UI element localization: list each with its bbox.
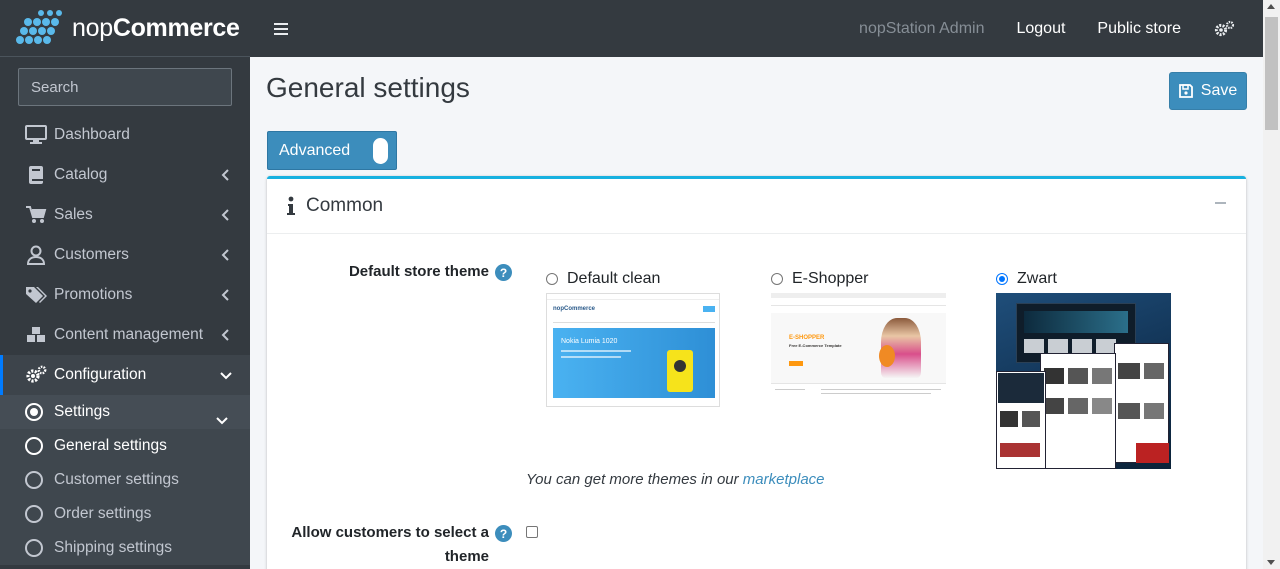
theme-radio-default-clean[interactable] bbox=[546, 273, 558, 285]
chevron-left-icon bbox=[221, 249, 229, 261]
sidebar-item-label: Catalog bbox=[54, 166, 108, 183]
sidebar-item-label: Customers bbox=[54, 246, 129, 263]
theme-option-label: E-Shopper bbox=[792, 270, 869, 287]
preview-headline: Free E-Commerce Template bbox=[789, 343, 842, 348]
theme-radio-e-shopper[interactable] bbox=[771, 273, 783, 285]
book-icon bbox=[29, 166, 43, 184]
hamburger-menu-icon[interactable] bbox=[274, 22, 288, 35]
theme-option-label: Zwart bbox=[1017, 270, 1057, 287]
floppy-disk-icon bbox=[1178, 84, 1193, 98]
theme-preview-e-shopper[interactable]: E-SHOPPER Free E-Commerce Template bbox=[771, 293, 946, 403]
sidebar-subitem-order-settings[interactable]: Order settings bbox=[0, 497, 250, 531]
circle-icon bbox=[25, 539, 43, 557]
gears-icon[interactable] bbox=[1213, 20, 1235, 38]
sidebar-subitem-label: Order settings bbox=[54, 505, 152, 522]
sidebar-subitem-label: Shipping settings bbox=[54, 539, 173, 556]
page-title: General settings bbox=[266, 72, 470, 103]
user-icon bbox=[26, 245, 46, 265]
chevron-left-icon bbox=[221, 209, 229, 221]
theme-option-label: Default clean bbox=[567, 270, 661, 287]
brand[interactable]: nopCommerce bbox=[0, 0, 250, 57]
cart-icon bbox=[26, 206, 47, 223]
card-title: Common bbox=[306, 195, 384, 216]
help-question-icon[interactable]: ? bbox=[495, 264, 512, 281]
sidebar-subitem-general-settings[interactable]: General settings bbox=[0, 429, 250, 463]
sidebar-subitem-customer-settings[interactable]: Customer settings bbox=[0, 463, 250, 497]
circle-icon bbox=[25, 471, 43, 489]
top-navbar: nopStation Admin Logout Public store bbox=[250, 0, 1263, 57]
sidebar-item-label: Sales bbox=[54, 206, 93, 223]
chevron-left-icon bbox=[221, 329, 229, 341]
allow-customers-select-theme-checkbox[interactable] bbox=[526, 526, 538, 538]
sidebar-item-label: Configuration bbox=[54, 366, 147, 383]
theme-preview-default-clean[interactable]: nopCommerce Nokia Lumia 1020 bbox=[546, 293, 720, 407]
sidebar-item-dashboard[interactable]: Dashboard bbox=[0, 115, 250, 155]
sidebar-subitem-label: Settings bbox=[54, 403, 111, 420]
default-store-theme-label: Default store theme bbox=[348, 263, 489, 280]
label-line: Allow customers to select a bbox=[291, 524, 489, 541]
sidebar-item-promotions[interactable]: Promotions bbox=[0, 275, 250, 315]
sidebar-search bbox=[18, 68, 232, 106]
preview-headline: Nokia Lumia 1020 bbox=[561, 338, 618, 345]
chevron-down-icon bbox=[220, 372, 232, 380]
sidebar-subitem-label: General settings bbox=[54, 437, 167, 454]
sidebar-item-label: Dashboard bbox=[54, 126, 130, 143]
theme-radio-zwart[interactable] bbox=[996, 273, 1008, 285]
chevron-left-icon bbox=[221, 289, 229, 301]
page-scrollbar[interactable] bbox=[1263, 0, 1280, 569]
top-navbar-right: nopStation Admin Logout Public store bbox=[859, 20, 1263, 38]
sidebar-subitem-label: Customer settings bbox=[54, 471, 179, 488]
chevron-left-icon bbox=[221, 169, 229, 181]
circle-icon bbox=[25, 437, 43, 455]
scroll-down-arrow-icon[interactable] bbox=[1267, 560, 1275, 565]
brand-name: nopCommerce bbox=[72, 13, 240, 42]
public-store-link[interactable]: Public store bbox=[1097, 20, 1181, 38]
current-user: nopStation Admin bbox=[859, 19, 985, 37]
cubes-icon bbox=[27, 327, 45, 342]
sidebar-item-configuration[interactable]: Configuration bbox=[0, 355, 250, 395]
save-button[interactable]: Save bbox=[1169, 72, 1247, 110]
advanced-toggle-label: Advanced bbox=[279, 141, 351, 159]
search-input[interactable] bbox=[31, 78, 230, 96]
preview-brand-text: nopCommerce bbox=[553, 306, 596, 312]
theme-option-zwart[interactable]: Zwart bbox=[996, 270, 1057, 288]
allow-customers-select-theme-label: Allow customers to select a theme bbox=[280, 521, 489, 569]
tags-icon bbox=[26, 287, 47, 303]
collapse-minus-icon[interactable] bbox=[1215, 202, 1226, 204]
toggle-knob bbox=[373, 138, 388, 164]
sidebar-subitem-shipping-settings[interactable]: Shipping settings bbox=[0, 531, 250, 565]
advanced-mode-toggle[interactable]: Advanced bbox=[267, 131, 397, 170]
save-button-label: Save bbox=[1200, 82, 1238, 99]
card-header[interactable]: Common bbox=[267, 179, 1246, 234]
sidebar: nopCommerce Dashboard Catalog Sales Cust… bbox=[0, 0, 250, 569]
sidebar-item-sales[interactable]: Sales bbox=[0, 195, 250, 235]
label-line: theme bbox=[444, 548, 489, 565]
circle-dot-icon bbox=[25, 403, 43, 421]
gears-icon bbox=[26, 365, 47, 383]
circle-icon bbox=[25, 505, 43, 523]
scroll-thumb[interactable] bbox=[1265, 17, 1278, 130]
chevron-down-icon bbox=[216, 417, 228, 425]
monitor-icon bbox=[25, 125, 47, 144]
sidebar-item-label: Content management bbox=[54, 326, 204, 343]
sidebar-nav: Dashboard Catalog Sales Customers Promot… bbox=[0, 115, 250, 565]
marketplace-link[interactable]: marketplace bbox=[743, 471, 825, 488]
theme-option-e-shopper[interactable]: E-Shopper bbox=[771, 270, 869, 288]
sidebar-item-label: Promotions bbox=[54, 286, 133, 303]
preview-brand-text: E-SHOPPER bbox=[789, 335, 825, 341]
sidebar-item-customers[interactable]: Customers bbox=[0, 235, 250, 275]
sidebar-item-content-management[interactable]: Content management bbox=[0, 315, 250, 355]
logout-link[interactable]: Logout bbox=[1016, 20, 1065, 38]
scroll-up-arrow-icon[interactable] bbox=[1267, 4, 1275, 9]
theme-option-default-clean[interactable]: Default clean bbox=[546, 270, 660, 288]
sidebar-item-catalog[interactable]: Catalog bbox=[0, 155, 250, 195]
help-question-icon[interactable]: ? bbox=[495, 525, 512, 542]
theme-preview-zwart[interactable] bbox=[996, 293, 1171, 469]
nopcommerce-logo-icon bbox=[14, 10, 64, 46]
sidebar-subitem-settings[interactable]: Settings bbox=[0, 395, 250, 429]
info-icon bbox=[287, 196, 295, 215]
marketplace-note: You can get more themes in our marketpla… bbox=[526, 471, 825, 488]
